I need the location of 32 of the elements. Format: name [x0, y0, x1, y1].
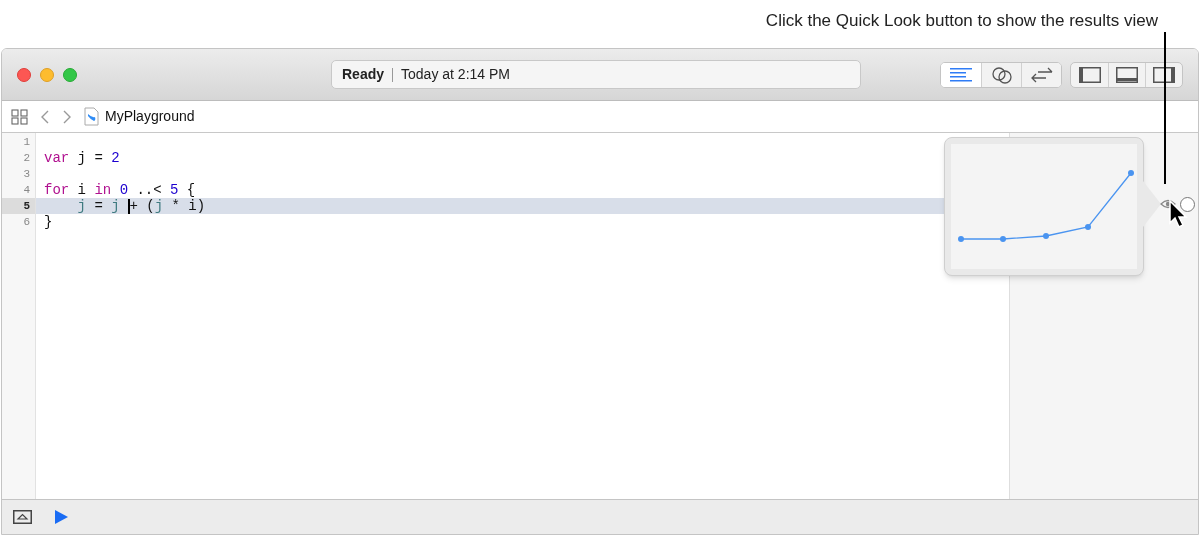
panel-icon — [1078, 66, 1101, 83]
line-number: 6 — [23, 215, 30, 230]
lines-icon — [950, 66, 972, 83]
pointer-cursor-icon — [1168, 199, 1190, 229]
overlapping-circles-icon — [990, 65, 1013, 84]
show-debug-area-icon[interactable] — [13, 510, 32, 524]
line-number: 1 — [23, 135, 30, 150]
status-time: Today at 2:14 PM — [401, 65, 510, 84]
file-name[interactable]: MyPlayground — [105, 106, 195, 127]
code-line: for i in 0 ..< 5 { — [44, 182, 196, 198]
grid-icon[interactable] — [11, 108, 28, 125]
swift-file-icon — [84, 107, 99, 126]
back-icon[interactable] — [40, 108, 50, 125]
line-number: 2 — [23, 151, 30, 166]
code-line: var j = 2 — [44, 150, 120, 166]
swap-arrows-icon — [1029, 66, 1054, 83]
code-line: j = j + (j * i) — [77, 198, 206, 214]
close-button[interactable] — [17, 67, 31, 82]
callout-text: Click the Quick Look button to show the results view — [765, 10, 1158, 32]
line-number: 3 — [23, 167, 30, 182]
panel-icon — [1116, 66, 1138, 83]
line-number: 4 — [23, 183, 30, 198]
editor-mode-button[interactable] — [941, 62, 981, 87]
editor-mode-button[interactable] — [981, 62, 1021, 87]
line-number: 5 — [23, 199, 30, 214]
editor-mode-button[interactable] — [1021, 62, 1061, 87]
status-text: Ready — [342, 65, 385, 84]
code-line: } — [44, 214, 53, 230]
zoom-button[interactable] — [63, 67, 77, 82]
play-icon[interactable] — [54, 509, 69, 525]
forward-icon[interactable] — [62, 108, 72, 125]
panel-icon — [1153, 66, 1175, 83]
